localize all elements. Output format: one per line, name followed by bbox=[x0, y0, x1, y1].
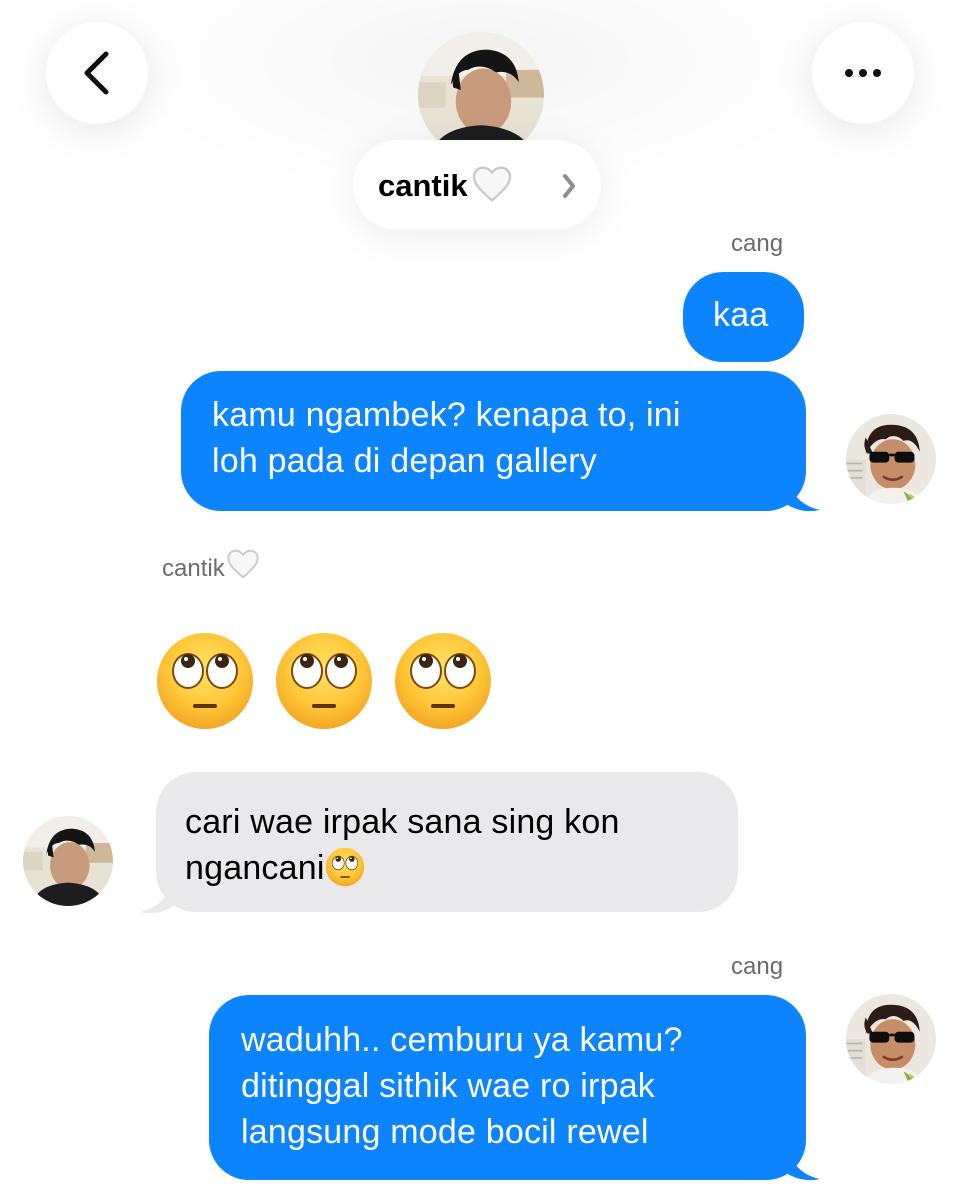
rolling-eyes-emoji[interactable] bbox=[155, 631, 255, 731]
sender-label: cantik bbox=[162, 549, 259, 583]
message-text-line: langsung mode bocil rewel bbox=[241, 1113, 649, 1151]
sender-label: cang bbox=[731, 953, 784, 980]
bubble-tail bbox=[786, 1143, 820, 1181]
contact-name[interactable]: cantik bbox=[378, 166, 512, 206]
white-heart-icon bbox=[227, 549, 259, 579]
message-bubble[interactable]: kaa bbox=[683, 272, 804, 362]
message-text: kaa bbox=[713, 296, 769, 334]
back-button[interactable] bbox=[46, 22, 148, 124]
message-text-line: loh pada di depan gallery bbox=[212, 442, 597, 480]
message-bubble[interactable]: cari wae irpak sana sing kon ngancani bbox=[156, 772, 738, 912]
avatar[interactable] bbox=[23, 816, 113, 906]
sender-label: cang bbox=[731, 230, 784, 257]
avatar[interactable] bbox=[846, 994, 936, 1084]
avatar[interactable] bbox=[846, 414, 936, 504]
rolling-eyes-emoji[interactable] bbox=[393, 631, 493, 731]
rolling-eyes-emoji bbox=[325, 847, 365, 887]
ellipsis-icon bbox=[845, 69, 881, 77]
message-text-line: cari wae irpak sana sing kon bbox=[185, 803, 620, 841]
message-text-line: waduhh.. cemburu ya kamu? bbox=[241, 1021, 683, 1059]
sender-name: cantik bbox=[162, 555, 225, 582]
more-options-button[interactable] bbox=[812, 22, 914, 124]
message-bubble[interactable]: waduhh.. cemburu ya kamu? ditinggal sith… bbox=[209, 995, 806, 1180]
message-bubble[interactable]: kamu ngambek? kenapa to, ini loh pada di… bbox=[181, 371, 806, 511]
chevron-right-icon bbox=[563, 174, 575, 198]
message-text-line: kamu ngambek? kenapa to, ini bbox=[212, 396, 681, 434]
bubble-tail bbox=[140, 876, 174, 914]
contact-name-text: cantik bbox=[378, 168, 468, 203]
message-text-line: ditinggal sithik wae ro irpak bbox=[241, 1067, 655, 1105]
message-text: ngancani bbox=[185, 849, 325, 887]
rolling-eyes-emoji[interactable] bbox=[274, 631, 374, 731]
white-heart-icon bbox=[472, 166, 512, 202]
bubble-tail bbox=[786, 474, 820, 512]
message-text-line: ngancani bbox=[185, 845, 718, 891]
chevron-left-icon bbox=[84, 51, 109, 95]
